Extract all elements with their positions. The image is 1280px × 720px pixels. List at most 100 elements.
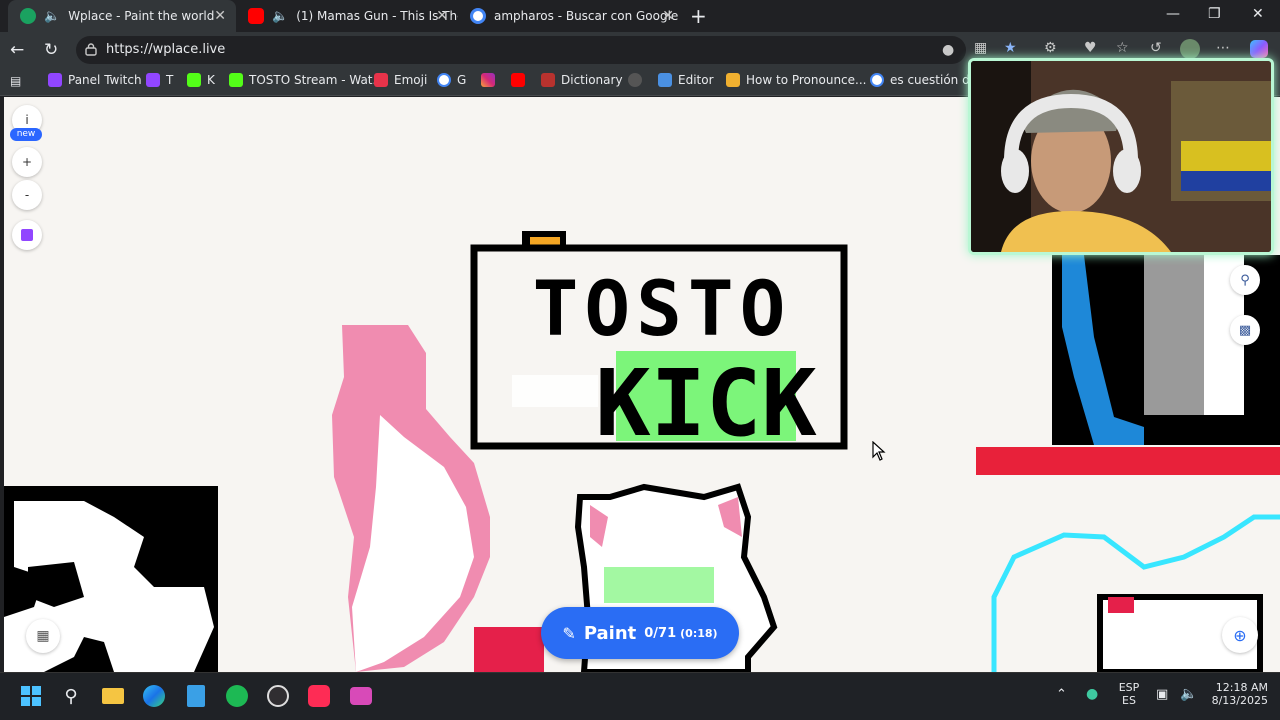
close-tab-icon[interactable]: ✕ — [436, 8, 448, 24]
minimize-icon[interactable]: — — [1166, 6, 1180, 22]
paint-button[interactable]: ✎ Paint 0/71 (0:18) — [541, 607, 739, 659]
red-pixels — [474, 627, 544, 672]
sign-text-kick: KICK — [595, 350, 817, 457]
twitch-button[interactable] — [12, 220, 42, 250]
bookmark-editor[interactable]: Editor — [658, 73, 714, 87]
maximize-icon[interactable]: ❐ — [1208, 6, 1221, 22]
network-icon[interactable]: ▣ — [1156, 687, 1168, 702]
notepad-icon[interactable] — [183, 683, 209, 709]
taskbar: ⚲ ⌃ ● ESP ES ▣ 🔈 12:18 AM 8/13/2025 — [0, 672, 1280, 720]
new-badge: new — [10, 128, 42, 141]
twitch-icon — [48, 73, 62, 87]
search-button[interactable]: ⚲ — [1230, 265, 1260, 295]
cat-collar — [604, 567, 714, 603]
tab-google[interactable]: ampharos - Buscar con Google ✕ — [458, 0, 684, 32]
windows-logo — [21, 686, 41, 706]
bookmark-label: T — [166, 73, 174, 87]
back-icon[interactable]: ← — [10, 40, 24, 60]
bookmark-dictionary[interactable]: Dictionary — [541, 73, 623, 87]
bookmark-openai[interactable] — [628, 73, 648, 87]
edge-icon[interactable] — [141, 683, 167, 709]
leaderboard-button[interactable]: ▩ — [1230, 315, 1260, 345]
bookmark-label: K — [207, 73, 215, 87]
history-icon[interactable]: ↺ — [1150, 40, 1162, 56]
performance-icon[interactable]: ♥ — [1084, 40, 1097, 56]
search-icon: ⚲ — [1240, 272, 1250, 288]
more-menu-icon[interactable]: ⋯ — [1216, 40, 1230, 56]
extensions-icon[interactable]: ⚙ — [1044, 40, 1057, 56]
copilot-icon[interactable] — [1250, 40, 1268, 58]
pronounce-icon — [726, 73, 740, 87]
zoom-out-button[interactable]: - — [12, 180, 42, 210]
bookmark-emoji[interactable]: Emoji — [374, 73, 427, 87]
bookmark-youtube[interactable] — [511, 73, 531, 87]
obs-icon[interactable] — [265, 683, 291, 709]
tab-strip: 🔈 Wplace - Paint the world ✕ 🔈 (1) Mamas… — [0, 0, 1280, 32]
tab-wplace[interactable]: 🔈 Wplace - Paint the world ✕ — [8, 0, 236, 32]
close-window-icon[interactable]: ✕ — [1252, 6, 1264, 22]
date-text: 8/13/2025 — [1211, 694, 1268, 707]
bookmark-label: TOSTO Stream - Wat... — [249, 73, 384, 87]
bookmark-t[interactable]: T — [146, 73, 173, 87]
pixel-art-right-gray — [1144, 255, 1204, 415]
red-bar — [976, 447, 1280, 475]
google-icon — [470, 8, 486, 24]
microphone-icon[interactable]: ● — [1086, 686, 1098, 702]
bookmark-k[interactable]: K — [187, 73, 215, 87]
reload-icon[interactable]: ↻ — [44, 40, 58, 60]
bookmark-instagram[interactable] — [481, 73, 501, 87]
globe-icon — [20, 8, 36, 24]
profile-avatar[interactable] — [1180, 39, 1200, 59]
youtube-icon — [248, 8, 264, 24]
close-tab-icon[interactable]: ✕ — [214, 8, 226, 24]
bookmark-label: G — [457, 73, 467, 87]
streaming-app-icon[interactable] — [348, 683, 374, 709]
webcam-feed — [971, 61, 1271, 252]
info-label: i — [25, 113, 29, 127]
tab-youtube[interactable]: 🔈 (1) Mamas Gun - This Is The ✕ — [236, 0, 458, 32]
crosshair-icon: ⊕ — [1233, 625, 1247, 645]
bookmark-panel-twitch[interactable]: Panel Twitch — [48, 73, 142, 87]
map-layers-button[interactable]: ▦ — [26, 619, 60, 653]
favorite-star-icon[interactable]: ★ — [1004, 40, 1017, 56]
tab-title: (1) Mamas Gun - This Is The — [296, 9, 458, 23]
windows-start-icon[interactable] — [18, 683, 44, 709]
bookmark-label: Emoji — [394, 73, 428, 87]
tab-title: Wplace - Paint the world — [68, 9, 215, 23]
volume-icon[interactable]: 🔈 — [1180, 686, 1197, 702]
bookmark-tosto-stream[interactable]: TOSTO Stream - Wat... — [229, 73, 384, 87]
bookmark-label: Dictionary — [561, 73, 623, 87]
locate-button[interactable]: ⊕ — [1222, 617, 1258, 653]
new-tab-icon[interactable]: + — [690, 4, 707, 28]
tiktok-icon[interactable] — [306, 683, 332, 709]
twitch-icon — [21, 229, 33, 241]
paintbrush-icon: ✎ — [562, 623, 576, 643]
speaker-icon[interactable]: 🔈 — [44, 9, 60, 24]
spotify-icon[interactable] — [224, 683, 250, 709]
clock[interactable]: 12:18 AM 8/13/2025 — [1206, 681, 1268, 707]
zoom-in-label: + — [21, 155, 33, 169]
file-explorer-icon[interactable] — [100, 683, 126, 709]
app-install-icon[interactable]: ▦ — [974, 40, 987, 56]
kick-icon — [229, 73, 243, 87]
show-hidden-icons[interactable]: ⌃ — [1056, 687, 1067, 702]
language-indicator[interactable]: ESP ES — [1114, 681, 1144, 707]
bookmark-how-to-pronounce[interactable]: How to Pronounce... — [726, 73, 866, 87]
address-bar[interactable]: https://wplace.live ● — [76, 36, 966, 64]
site-info-icon[interactable] — [84, 42, 98, 56]
pixel-art-right-pink — [1108, 597, 1134, 613]
bookmark-label: Editor — [678, 73, 714, 87]
favorites-icon[interactable]: ☆ — [1116, 40, 1129, 56]
search-icon[interactable]: ⚲ — [58, 683, 84, 709]
speaker-icon[interactable]: 🔈 — [272, 9, 288, 24]
bookmark-g[interactable]: G — [437, 73, 466, 87]
youtube-icon — [511, 73, 525, 87]
instagram-icon — [481, 73, 495, 87]
zoom-in-button[interactable]: + — [12, 147, 42, 177]
close-tab-icon[interactable]: ✕ — [662, 8, 674, 24]
bookmarks-menu-icon[interactable]: ▤ — [10, 74, 21, 88]
dictionary-icon — [541, 73, 555, 87]
webcam-overlay — [968, 58, 1274, 255]
sign-text-tosto: TOSTO — [533, 264, 792, 353]
location-icon[interactable]: ● — [942, 42, 954, 58]
